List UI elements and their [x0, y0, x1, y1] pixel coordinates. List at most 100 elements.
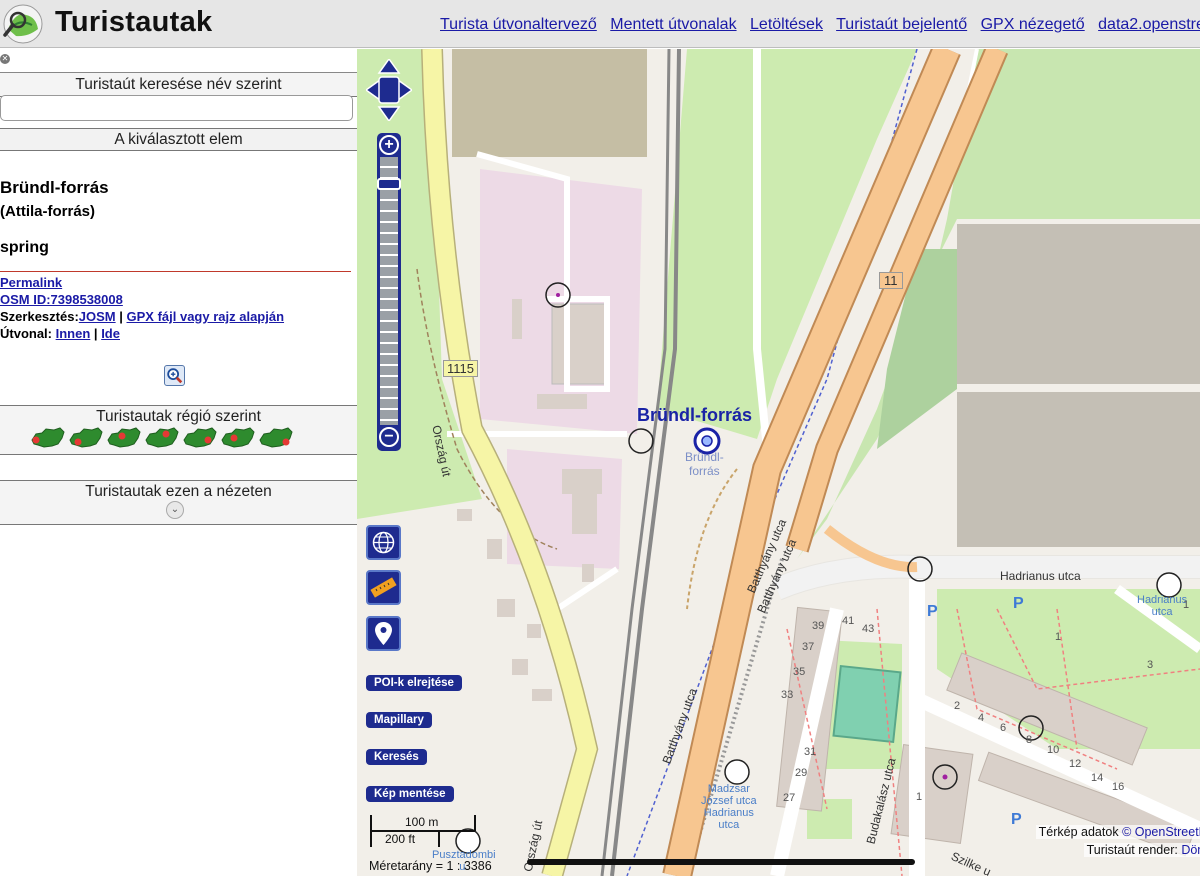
- house-number: 2: [954, 700, 961, 712]
- house-number: 31: [804, 746, 817, 758]
- gpx-edit-link[interactable]: GPX fájl vagy rajz alapján: [127, 309, 285, 324]
- top-nav: Turista útvonaltervező Mentett útvonalak…: [440, 16, 1200, 34]
- house-number: 4: [978, 712, 985, 724]
- pan-down-icon: [377, 106, 401, 121]
- poi-name: Bründl-forrás: [0, 178, 109, 197]
- nav-saved-routes[interactable]: Mentett útvonalak: [610, 16, 736, 33]
- stop-hadrianus: Hadrianus utca: [1137, 594, 1188, 618]
- map-canvas[interactable]: 1115 11 Bründl-forrás Bründl- forrás Ors…: [357, 49, 1200, 876]
- region-map-2[interactable]: [68, 426, 104, 450]
- edit-row: Szerkesztés:JOSM | GPX fájl vagy rajz al…: [0, 309, 284, 324]
- poi-alt-name: (Attila-forrás): [0, 203, 96, 220]
- house-number: 8: [1026, 734, 1033, 746]
- map-base: [357, 49, 1200, 876]
- pan-left-icon: [366, 78, 381, 102]
- pan-control[interactable]: [366, 59, 412, 121]
- zoom-slider[interactable]: + −: [377, 133, 401, 451]
- route-separator: |: [93, 326, 98, 341]
- globe-button[interactable]: [366, 525, 401, 560]
- poi-type: spring: [0, 239, 49, 256]
- search-button[interactable]: Keresés: [366, 749, 427, 765]
- region-map-6[interactable]: [220, 426, 256, 450]
- scale-imperial: 200 ft: [385, 832, 416, 846]
- nav-route-planner[interactable]: Turista útvonaltervező: [440, 16, 597, 33]
- logo-icon[interactable]: [2, 3, 44, 45]
- measure-button[interactable]: [366, 570, 401, 605]
- nav-data2[interactable]: data2.openstreetmap.hu: [1098, 16, 1200, 33]
- close-sidebar-icon[interactable]: ✕: [0, 54, 10, 64]
- render-attribution-link[interactable]: Dömcsi: [1181, 843, 1200, 857]
- route-row: Útvonal: Innen | Ide: [0, 326, 120, 341]
- house-number: 39: [812, 620, 825, 632]
- hide-poi-button[interactable]: POI-k elrejtése: [366, 675, 462, 691]
- site-title[interactable]: Turistautak: [55, 6, 212, 39]
- house-number: 3: [1147, 659, 1154, 671]
- sidebar: ✕ Turistaút keresése név szerint A kivál…: [0, 49, 357, 876]
- house-number: 37: [802, 641, 815, 653]
- house-number: 10: [1047, 744, 1060, 756]
- route-label: Útvonal:: [0, 326, 52, 341]
- attribution-render-label: Turistaút render:: [1086, 843, 1178, 857]
- chevron-down-icon[interactable]: ⌄: [166, 501, 184, 519]
- route-to-link[interactable]: Ide: [101, 326, 120, 341]
- save-image-button[interactable]: Kép mentése: [366, 786, 454, 802]
- location-button[interactable]: [366, 616, 401, 651]
- house-number: 1: [916, 791, 923, 803]
- region-map-1[interactable]: [30, 426, 66, 450]
- house-number: 1: [1055, 631, 1062, 643]
- pan-right-icon: [397, 78, 412, 102]
- zoom-handle[interactable]: [377, 178, 401, 190]
- house-number: 29: [795, 767, 808, 779]
- divider: [0, 271, 351, 272]
- nav-report[interactable]: Turistaút bejelentő: [836, 16, 967, 33]
- poi-map-label[interactable]: Bründl-forrás: [637, 405, 752, 426]
- region-map-3[interactable]: [106, 426, 142, 450]
- house-number: 14: [1091, 772, 1104, 784]
- home-indicator[interactable]: [527, 859, 915, 865]
- house-number: 12: [1069, 758, 1082, 770]
- globe-icon: [372, 531, 395, 554]
- zoom-in-icon[interactable]: +: [379, 135, 399, 155]
- street-hadrianus: Hadrianus utca: [1000, 569, 1081, 583]
- region-map-4[interactable]: [144, 426, 180, 450]
- house-number: 35: [793, 666, 806, 678]
- house-number: 1: [1183, 599, 1190, 611]
- josm-link[interactable]: JOSM: [79, 309, 116, 324]
- site-header: Turistautak Turista útvonaltervező Mente…: [0, 0, 1200, 48]
- attribution-data: Térkép adatok © OpenStreetMap: [1035, 825, 1200, 839]
- scale-metric: 100 m: [405, 815, 439, 829]
- poi-small-label: Bründl- forrás: [685, 450, 724, 478]
- mapillary-button[interactable]: Mapillary: [366, 712, 432, 728]
- permalink-row: Permalink: [0, 275, 62, 290]
- attribution-render: Turistaút render: Dömcsi: [1083, 843, 1200, 857]
- zoom-to-icon[interactable]: [164, 365, 185, 386]
- search-heading: Turistaút keresése név szerint: [0, 72, 357, 97]
- house-number: 27: [783, 792, 796, 804]
- trail-search-input[interactable]: [0, 95, 353, 121]
- parking-icon: P: [927, 603, 938, 620]
- nav-gpx-viewer[interactable]: GPX nézegető: [981, 16, 1085, 33]
- parking-icon: P: [1013, 595, 1024, 612]
- osm-attribution-link[interactable]: © OpenStreetMap: [1122, 825, 1200, 839]
- road-number-1115: 1115: [443, 360, 478, 377]
- nav-downloads[interactable]: Letöltések: [750, 16, 823, 33]
- zoom-track[interactable]: [380, 157, 398, 425]
- map-pin-icon: [375, 622, 392, 645]
- osm-id-link[interactable]: OSM ID:7398538008: [0, 292, 123, 307]
- region-map-5[interactable]: [182, 426, 218, 450]
- ruler-icon: [370, 577, 397, 598]
- selected-heading: A kiválasztott elem: [0, 128, 357, 151]
- scale-ratio: Méretarány = 1 : 3386: [369, 859, 492, 873]
- attribution-data-label: Térkép adatok: [1038, 825, 1119, 839]
- route-from-link[interactable]: Innen: [56, 326, 91, 341]
- parking-icon: P: [1011, 811, 1022, 828]
- house-number: 33: [781, 689, 794, 701]
- stop-madzsar: Madzsar József utca Hadrianus utca: [701, 783, 757, 831]
- zoom-out-icon[interactable]: −: [379, 427, 399, 447]
- permalink-link[interactable]: Permalink: [0, 275, 62, 290]
- region-map-7[interactable]: [258, 426, 294, 450]
- region-maps: [30, 426, 296, 452]
- house-number: 41: [842, 615, 855, 627]
- pan-up-icon: [377, 59, 401, 74]
- house-number: 16: [1112, 781, 1125, 793]
